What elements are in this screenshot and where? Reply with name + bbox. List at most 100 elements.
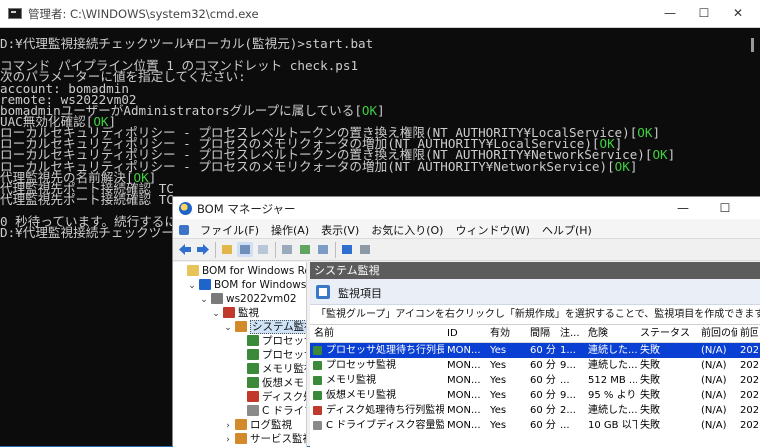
copy-icon[interactable] — [255, 242, 271, 257]
console-tree[interactable]: BOM for Windows Root ⌄ BOM for Windows Ver… — [173, 262, 307, 447]
refresh-icon[interactable] — [297, 242, 313, 257]
list-cell: (N/A) — [701, 420, 727, 431]
menu-item[interactable]: 表示(V) — [315, 219, 365, 238]
bom-manager-window[interactable]: BOM マネージャー — ☐ ファイル(F) 操作(A) 表示(V) お気に入り(O)… — [172, 196, 760, 447]
column-header[interactable]: ID — [447, 325, 487, 343]
column-header[interactable]: 前回の値 — [701, 325, 737, 343]
console-line: D:¥代理監視接続チェックツール¥ローカル(監視元)>start.bat — [0, 37, 745, 50]
minimize-button[interactable]: — — [660, 4, 680, 22]
column-header[interactable]: 注... — [560, 325, 585, 343]
bom-maximize-button[interactable]: ☐ — [715, 199, 735, 217]
cmd-app-icon — [8, 8, 22, 19]
forward-arrow-icon[interactable] — [195, 242, 211, 257]
list-cell: (N/A) — [701, 360, 727, 371]
pane-subtitle: 監視項目 — [338, 287, 382, 300]
scrollbar-thumb[interactable] — [751, 38, 754, 52]
expand-chevron-down-icon[interactable]: ⌄ — [187, 279, 197, 293]
list-row[interactable]: C ドライブディスク容量監視 MON... Yes 60 分... 10 GB 以下 失敗… — [310, 418, 760, 433]
menu-item[interactable]: お気に入り(O) — [365, 219, 449, 238]
tree-node-label: メモリ監視 — [262, 363, 306, 375]
tree-node-icon — [223, 307, 235, 318]
list-row[interactable]: プロセッサ処理待ち行列長 MON... Yes 60 分 1... 連続した... 失敗 (N… — [310, 343, 760, 358]
list-cell: MON... — [447, 375, 481, 386]
list-cell: 2... — [560, 405, 576, 416]
column-header[interactable]: 有効 — [490, 325, 527, 343]
maximize-button[interactable]: ☐ — [694, 4, 714, 22]
tree-node-label: BOM for Windows Root — [202, 265, 306, 277]
console-bracket: ] — [377, 102, 385, 118]
details-pane: システム監視 監視項目 「監視グループ」アイコンを右クリックし「新規作成」を選択… — [310, 262, 760, 447]
list-cell: Yes — [490, 405, 507, 416]
monitor-items-list[interactable]: 名前 ID 有効 間隔 注... 危険 ステータス 前回の値 前回 プロセッサ処理待ち行列長 MO… — [310, 325, 760, 433]
menu-item[interactable]: ウィンドウ(W) — [449, 219, 535, 238]
close-button[interactable]: ✕ — [728, 4, 748, 22]
list-row[interactable]: プロセッサ監視 MON... Yes 60 分 9... 連続した... 失敗 (N/A) 20… — [310, 358, 760, 373]
column-header[interactable]: 間隔 — [530, 325, 557, 343]
tree-node[interactable]: メモリ監視 — [235, 362, 306, 376]
list-cell: 失敗 — [640, 375, 660, 386]
column-header[interactable]: 前回 — [740, 325, 758, 343]
list-cell: 2024/ — [740, 390, 758, 401]
back-arrow-icon[interactable] — [177, 242, 193, 257]
tree-node[interactable]: › サービス監視 — [223, 432, 307, 447]
list-cell: 仮想メモリ監視 — [326, 390, 396, 401]
list-row[interactable]: ディスク処理待ち行列監視 MON... Yes 60 分 2... 連続した... 失敗 (N… — [310, 403, 760, 418]
list-cell: C ドライブディスク容量監視 — [326, 420, 444, 431]
column-header[interactable]: 名前 — [314, 325, 444, 343]
bom-window-title: BOM マネージャー — [197, 202, 296, 216]
show-tree-icon[interactable] — [237, 242, 253, 257]
tree-node[interactable]: ⌄ BOM for Windows Ver.8.0 — [187, 278, 306, 293]
monitor-item-icon — [313, 346, 322, 355]
tree-node[interactable]: ⌄ 監視 — [211, 306, 259, 320]
tree-node-icon — [247, 363, 259, 374]
tree-node[interactable]: BOM for Windows Root — [175, 264, 306, 278]
list-header: 名前 ID 有効 間隔 注... 危険 ステータス 前回の値 前回 — [310, 325, 760, 343]
column-header[interactable]: ステータス — [640, 325, 698, 343]
tree-node[interactable]: ⌄ システム監視 — [223, 320, 306, 335]
export-list-icon[interactable] — [315, 242, 331, 257]
list-cell: MON... — [447, 405, 481, 416]
tree-node-label: サービス監視 — [250, 433, 307, 445]
toolbar-divider — [215, 242, 216, 258]
expand-chevron-right-icon[interactable]: › — [223, 433, 233, 447]
list-cell: (N/A) — [701, 345, 727, 356]
tree-node-label: 仮想メモリ — [262, 377, 306, 389]
menu-item[interactable]: 操作(A) — [265, 219, 315, 238]
tree-node[interactable]: › ログ監視 — [223, 418, 292, 432]
list-cell: 失敗 — [640, 345, 660, 356]
console-app-icon[interactable] — [179, 225, 189, 235]
tree-node-icon — [247, 405, 259, 416]
list-cell: プロセッサ監視 — [326, 360, 396, 371]
tree-node-label: ws2022vm02 — [226, 293, 297, 305]
view-icon[interactable] — [357, 242, 373, 257]
tree-node[interactable]: プロセッサ監 — [235, 348, 306, 362]
tree-node-icon — [199, 279, 211, 290]
tree-node-icon — [247, 377, 259, 388]
menu-item[interactable]: ファイル(F) — [194, 219, 265, 238]
expand-chevron-down-icon[interactable]: ⌄ — [199, 293, 209, 307]
expand-chevron-down-icon[interactable]: ⌄ — [211, 307, 221, 321]
tree-node[interactable]: プロセッサ処 — [235, 334, 306, 348]
menu-item[interactable]: ヘルプ(H) — [536, 219, 598, 238]
expand-chevron-down-icon[interactable]: ⌄ — [223, 321, 233, 335]
list-row[interactable]: 仮想メモリ監視 MON... Yes 60 分 9... 95 % より...失敗 (N/A… — [310, 388, 760, 403]
expand-chevron-right-icon[interactable]: › — [223, 419, 233, 433]
list-cell: 60 分 — [530, 360, 556, 371]
cmd-title-bar[interactable]: 管理者: C:\WINDOWS\system32\cmd.exe — ☐ ✕ — [0, 0, 760, 28]
list-row[interactable]: メモリ監視 MON... Yes 60 分... 512 MB ... 失敗 (N/A) 20… — [310, 373, 760, 388]
tree-node[interactable]: ⌄ ws2022vm02 — [199, 292, 297, 306]
list-cell: (N/A) — [701, 405, 727, 416]
bom-minimize-button[interactable]: — — [673, 199, 693, 217]
properties-icon[interactable] — [279, 242, 295, 257]
console-bracket: ] — [652, 125, 661, 141]
up-folder-icon[interactable] — [219, 242, 235, 257]
list-cell: 失敗 — [640, 405, 660, 416]
tree-node[interactable]: 仮想メモリ — [235, 376, 306, 390]
tree-node[interactable]: C ドライブデ — [235, 404, 306, 418]
console-ok-status: OK — [361, 102, 378, 118]
bom-title-bar[interactable]: BOM マネージャー — ☐ — [173, 197, 760, 219]
tree-node-icon — [247, 349, 259, 360]
help-icon[interactable] — [339, 242, 355, 257]
column-header[interactable]: 危険 — [588, 325, 637, 343]
tree-node[interactable]: ディスク処理 — [235, 390, 306, 404]
